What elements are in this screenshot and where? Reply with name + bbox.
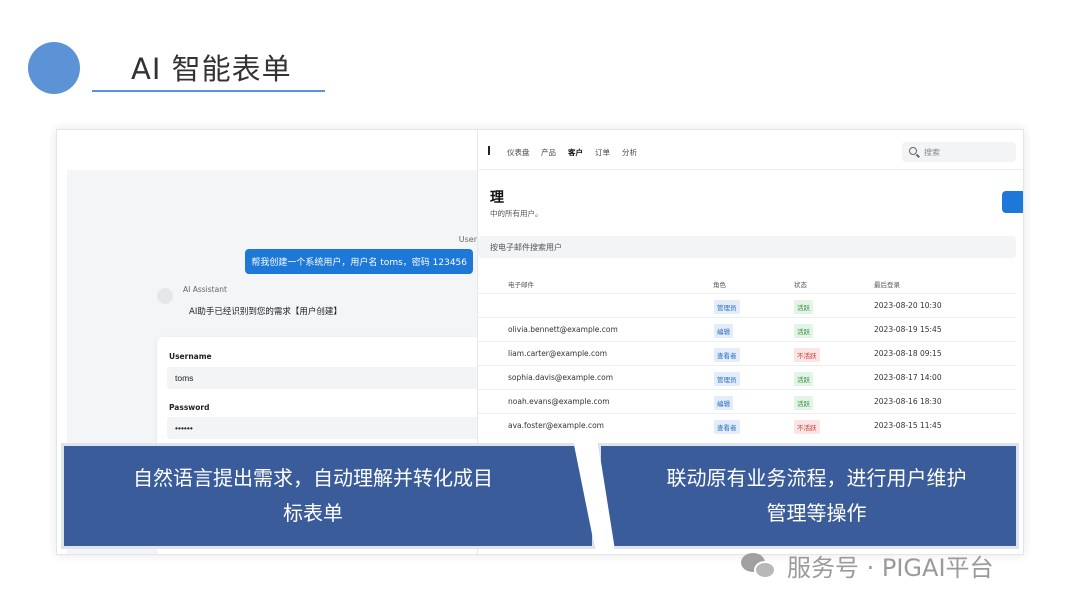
- table-row[interactable]: olivia.bennett@example.com 编辑 活跃 2023-08…: [478, 317, 1016, 341]
- nav-item-orders[interactable]: 订单: [595, 147, 610, 158]
- caption-right-line2: 管理等操作: [766, 501, 867, 525]
- password-label: Password: [169, 403, 210, 412]
- nav-divider: [488, 146, 490, 155]
- watermark-text: 服务号 · PIGAI平台: [787, 554, 994, 582]
- role-badge: 查看者: [714, 348, 740, 362]
- ai-assistant-name: AI Assistant: [183, 285, 227, 294]
- nav-item-dashboard[interactable]: 仪表盘: [507, 147, 530, 158]
- slide: AI 智能表单 User 帮我创建一个系统用户，用户名 toms，密码 1234…: [0, 0, 1080, 608]
- user-label: User: [458, 235, 477, 244]
- page-title: 理: [490, 190, 504, 206]
- nav-item-analytics[interactable]: 分析: [622, 147, 637, 158]
- username-field[interactable]: toms: [167, 367, 477, 389]
- caption-left-line1: 自然语言提出需求，自动理解并转化成目: [133, 466, 493, 490]
- table-search-placeholder: 按电子邮件搜索用户: [490, 243, 562, 252]
- table-row[interactable]: liam.carter@example.com 查看者 不活跃 2023-08-…: [478, 341, 1016, 365]
- row-last-login: 2023-08-20 10:30: [874, 301, 942, 310]
- role-badge: 编辑: [714, 324, 733, 338]
- row-last-login: 2023-08-19 15:45: [874, 325, 942, 334]
- status-badge: 活跃: [794, 396, 813, 410]
- table-row[interactable]: 管理员 活跃 2023-08-20 10:30: [478, 293, 1016, 317]
- nav-item-customers[interactable]: 客户: [568, 147, 583, 158]
- role-badge: 编辑: [714, 396, 733, 410]
- column-header-email: 电子邮件: [508, 281, 534, 289]
- table-row[interactable]: noah.evans@example.com 编辑 活跃 2023-08-16 …: [478, 389, 1016, 413]
- table-search-input[interactable]: 按电子邮件搜索用户: [478, 236, 1016, 258]
- caption-right: 联动原有业务流程，进行用户维护 管理等操作: [598, 443, 1019, 549]
- row-email: olivia.bennett@example.com: [508, 325, 618, 334]
- row-last-login: 2023-08-16 18:30: [874, 397, 942, 406]
- row-email: liam.carter@example.com: [508, 349, 608, 358]
- search-icon: [909, 147, 917, 155]
- title-underline: [92, 90, 325, 92]
- search-placeholder: 搜索: [924, 148, 940, 157]
- user-message-bubble: 帮我创建一个系统用户，用户名 toms，密码 123456: [245, 249, 473, 274]
- search-input[interactable]: 搜索: [902, 142, 1016, 162]
- password-field[interactable]: ••••••: [167, 417, 477, 439]
- watermark: 服务号 · PIGAI平台: [741, 548, 994, 583]
- role-badge: 查看者: [714, 420, 740, 434]
- caption-left-line2: 标表单: [283, 501, 343, 525]
- page-subtitle: 中的所有用户。: [490, 209, 543, 218]
- row-email: ava.foster@example.com: [508, 421, 604, 430]
- caption-right-line1: 联动原有业务流程，进行用户维护: [666, 466, 967, 490]
- status-badge: 活跃: [794, 324, 813, 338]
- slide-title: AI 智能表单: [131, 52, 292, 86]
- caption-left: 自然语言提出需求，自动理解并转化成目 标表单: [61, 443, 595, 549]
- status-badge: 活跃: [794, 372, 813, 386]
- column-header-last-login: 最后登录: [874, 281, 900, 289]
- status-badge: 活跃: [794, 300, 813, 314]
- status-badge: 不活跃: [794, 348, 820, 362]
- header-circle-decoration: [28, 42, 80, 94]
- status-badge: 不活跃: [794, 420, 820, 434]
- role-badge: 管理员: [714, 300, 740, 314]
- table-row[interactable]: sophia.davis@example.com 管理员 活跃 2023-08-…: [478, 365, 1016, 389]
- nav-item-products[interactable]: 产品: [541, 147, 556, 158]
- column-header-role: 角色: [713, 281, 726, 289]
- table-row[interactable]: ava.foster@example.com 查看者 不活跃 2023-08-1…: [478, 413, 1016, 437]
- row-email: noah.evans@example.com: [508, 397, 610, 406]
- row-email: sophia.davis@example.com: [508, 373, 614, 382]
- ai-message: AI助手已经识别到您的需求【用户创建】: [189, 307, 342, 317]
- row-last-login: 2023-08-18 09:15: [874, 349, 942, 358]
- role-badge: 管理员: [714, 372, 740, 386]
- row-last-login: 2023-08-17 14:00: [874, 373, 942, 382]
- wechat-icon: [741, 551, 779, 581]
- add-user-button[interactable]: [1002, 191, 1023, 213]
- ai-avatar: [157, 288, 173, 304]
- row-last-login: 2023-08-15 11:45: [874, 421, 942, 430]
- top-nav: 仪表盘 产品 客户 订单 分析 搜索: [478, 130, 1023, 170]
- username-label: Username: [169, 352, 212, 361]
- column-header-status: 状态: [794, 281, 807, 289]
